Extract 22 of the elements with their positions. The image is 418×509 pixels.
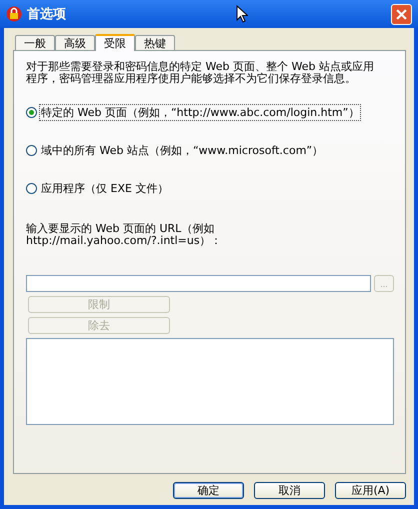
tab[interactable]: 热键 (135, 35, 175, 50)
radio-button[interactable] (26, 106, 37, 118)
close-button[interactable] (391, 4, 412, 24)
lock-icon (6, 6, 22, 22)
tab[interactable]: 高级 (55, 35, 95, 50)
radio-button[interactable] (26, 182, 37, 194)
dialog-button[interactable]: 确定 (173, 482, 244, 499)
url-prompt-text: 输入要显示的 Web 页面的 URL（例如 http://mail.yahoo.com/?.intl=us）： (26, 223, 223, 247)
dialog-button[interactable]: 应用(A) (335, 482, 406, 499)
list-box[interactable] (26, 338, 394, 425)
cursor-icon (236, 5, 248, 23)
dialog-button[interactable]: 取消 (254, 482, 325, 499)
radio-label[interactable]: 域中的所有 Web 站点（例如，“www.microsoft.com”） (39, 142, 326, 158)
url-input-field[interactable] (26, 275, 371, 292)
tab[interactable]: 一般 (15, 35, 55, 50)
window-title: 首选项 (27, 6, 66, 23)
description-text: 对于那些需要登录和密码信息的特定 Web 页面、整个 Web 站点或应用程序，密码管理器应用程序使用户能够选择不为它们保存登录信息。 (26, 61, 375, 85)
radio-label[interactable]: 特定的 Web 页面（例如，“http://www.abc.com/login.htm”） (39, 104, 362, 120)
tab[interactable]: 受限 (95, 34, 135, 51)
radio-button[interactable] (26, 144, 37, 156)
radio-label[interactable]: 应用程序（仅 EXE 文件） (39, 180, 170, 196)
close-icon (396, 8, 407, 20)
